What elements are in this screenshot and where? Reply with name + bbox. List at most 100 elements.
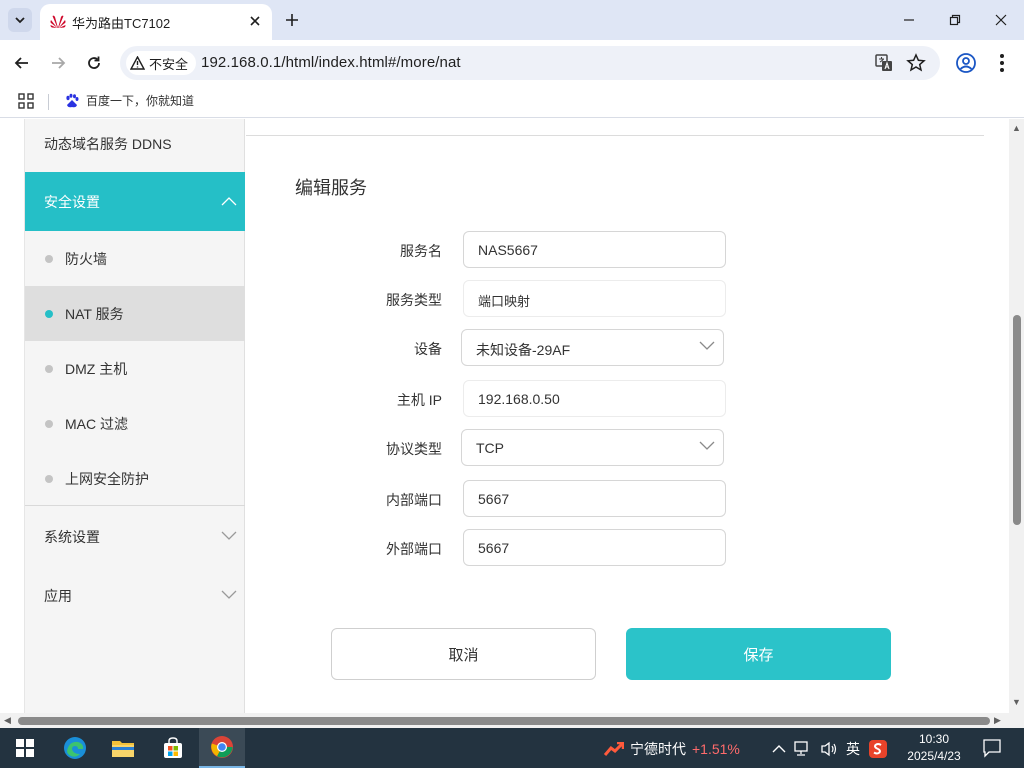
new-tab-button[interactable] [282, 10, 302, 30]
arrow-right-icon [52, 57, 66, 69]
warning-icon [130, 56, 145, 70]
scroll-left-arrow-icon[interactable]: ◀ [4, 715, 11, 726]
huawei-logo-icon [50, 15, 66, 28]
profile-icon[interactable] [954, 51, 978, 75]
close-icon [995, 14, 1007, 26]
sidebar-section-label: 系统设置 [44, 529, 100, 545]
router-admin-page: 动态域名服务 DDNS 安全设置 防火墙 NAT 服务 DMZ 主机 MAC 过… [0, 119, 1024, 713]
volume-icon[interactable] [820, 741, 838, 757]
bookmark-star-icon[interactable] [906, 53, 926, 73]
service-type-label: 服务类型 [386, 292, 442, 308]
bullet-dot [45, 255, 53, 263]
taskbar-file-explorer[interactable] [100, 728, 146, 768]
field-value: TCP [476, 440, 504, 456]
bookmarks-separator [48, 94, 49, 110]
sidebar-item-nat[interactable]: NAT 服务 [25, 286, 245, 341]
minimize-icon [904, 19, 914, 21]
service-name-input[interactable]: NAS5667 [463, 231, 726, 268]
sidebar-section-security[interactable]: 安全设置 [25, 172, 245, 231]
chevron-down-icon [699, 441, 715, 450]
host-ip-field: 192.168.0.50 [463, 380, 726, 417]
apps-grid-icon[interactable] [18, 93, 34, 109]
tab-title: 华为路由TC7102 [72, 16, 171, 31]
field-value: 端口映射 [478, 294, 531, 309]
browser-tab[interactable]: 华为路由TC7102 [40, 4, 272, 40]
external-port-label: 外部端口 [386, 541, 442, 557]
sidebar-section-system[interactable]: 系统设置 [25, 507, 245, 566]
stock-change: +1.51% [692, 741, 740, 757]
sidebar-section-apps[interactable]: 应用 [25, 566, 245, 625]
address-bar[interactable]: 不安全 192.168.0.1/html/index.html#/more/na… [120, 46, 940, 80]
notification-icon[interactable] [982, 738, 1002, 758]
stock-widget[interactable]: 宁德时代 +1.51% [604, 739, 740, 759]
device-select[interactable]: 未知设备-29AF [461, 329, 724, 366]
tab-search-button[interactable] [8, 8, 32, 32]
sidebar-item-label: 动态域名服务 DDNS [44, 136, 172, 152]
sidebar-section-label: 安全设置 [44, 194, 100, 210]
restore-button[interactable] [932, 6, 978, 34]
back-button[interactable] [9, 50, 35, 76]
horizontal-scroll-thumb[interactable] [18, 717, 990, 725]
chrome-icon [211, 736, 233, 758]
sidebar-item-mac-filter[interactable]: MAC 过滤 [25, 396, 245, 451]
bookmark-baidu[interactable]: 百度一下，你就知道 [64, 92, 194, 109]
more-menu-icon[interactable] [990, 51, 1014, 75]
cancel-button[interactable]: 取消 [331, 628, 596, 680]
horizontal-scrollbar[interactable]: ◀ ▶ [0, 713, 1024, 728]
internal-port-input[interactable]: 5667 [463, 480, 726, 517]
reload-button[interactable] [81, 50, 107, 76]
sidebar-item-ddns[interactable]: 动态域名服务 DDNS [25, 119, 245, 171]
taskbar-store[interactable] [150, 728, 196, 768]
external-port-input[interactable]: 5667 [463, 529, 726, 566]
sidebar-item-firewall[interactable]: 防火墙 [25, 231, 245, 286]
system-tray: 英 [772, 739, 888, 759]
taskbar: 宁德时代 +1.51% 英 10:30 2025/4/23 [0, 728, 1024, 768]
start-button[interactable] [2, 728, 48, 768]
divider [246, 135, 984, 136]
windows-logo-icon [16, 739, 34, 757]
service-name-label: 服务名 [400, 243, 442, 259]
page-title: 编辑服务 [295, 178, 367, 198]
scroll-up-arrow-icon[interactable]: ▲ [1012, 123, 1021, 133]
bullet-dot [45, 420, 53, 428]
taskbar-chrome[interactable] [199, 728, 245, 768]
scroll-right-arrow-icon[interactable]: ▶ [994, 715, 1001, 726]
browser-toolbar: 不安全 192.168.0.1/html/index.html#/more/na… [0, 40, 1024, 86]
ime-indicator[interactable]: 英 [846, 739, 860, 759]
save-button[interactable]: 保存 [626, 628, 891, 680]
plus-icon [286, 14, 298, 26]
chevron-up-icon[interactable] [772, 744, 786, 754]
security-indicator[interactable]: 不安全 [126, 51, 197, 75]
sogou-ime-icon[interactable] [868, 739, 888, 759]
vertical-scroll-thumb[interactable] [1013, 315, 1021, 525]
sidebar-item-label: DMZ 主机 [65, 361, 128, 377]
vertical-scrollbar[interactable]: ▲ ▼ [1009, 119, 1024, 713]
forward-button[interactable] [45, 50, 71, 76]
reload-icon [88, 56, 100, 69]
minimize-button[interactable] [886, 6, 932, 34]
sidebar-item-label: NAT 服务 [65, 306, 124, 322]
sidebar-item-internet-security[interactable]: 上网安全防护 [25, 451, 245, 506]
close-window-button[interactable] [978, 6, 1024, 34]
protocol-label: 协议类型 [386, 441, 442, 457]
sidebar-item-label: MAC 过滤 [65, 416, 128, 432]
tab-close-button[interactable] [246, 12, 264, 30]
bookmark-label: 百度一下，你就知道 [86, 94, 195, 108]
scroll-down-arrow-icon[interactable]: ▼ [1012, 697, 1021, 707]
bullet-dot [45, 310, 53, 318]
url-text[interactable]: 192.168.0.1/html/index.html#/more/nat [201, 54, 461, 71]
network-icon[interactable] [794, 741, 812, 757]
taskbar-edge[interactable] [52, 728, 98, 768]
field-value: 未知设备-29AF [476, 342, 571, 358]
sidebar-item-dmz[interactable]: DMZ 主机 [25, 341, 245, 396]
device-label: 设备 [414, 341, 442, 357]
protocol-select[interactable]: TCP [461, 429, 724, 466]
chevron-down-icon [699, 341, 715, 350]
clock-date: 2025/4/23 [907, 749, 961, 763]
internal-port-label: 内部端口 [386, 492, 442, 508]
chevron-down-icon [15, 17, 25, 24]
bookmarks-bar: 百度一下，你就知道 [0, 86, 1024, 118]
bullet-dot [45, 475, 53, 483]
clock[interactable]: 10:30 2025/4/23 [900, 731, 968, 765]
translate-icon[interactable] [874, 53, 894, 73]
